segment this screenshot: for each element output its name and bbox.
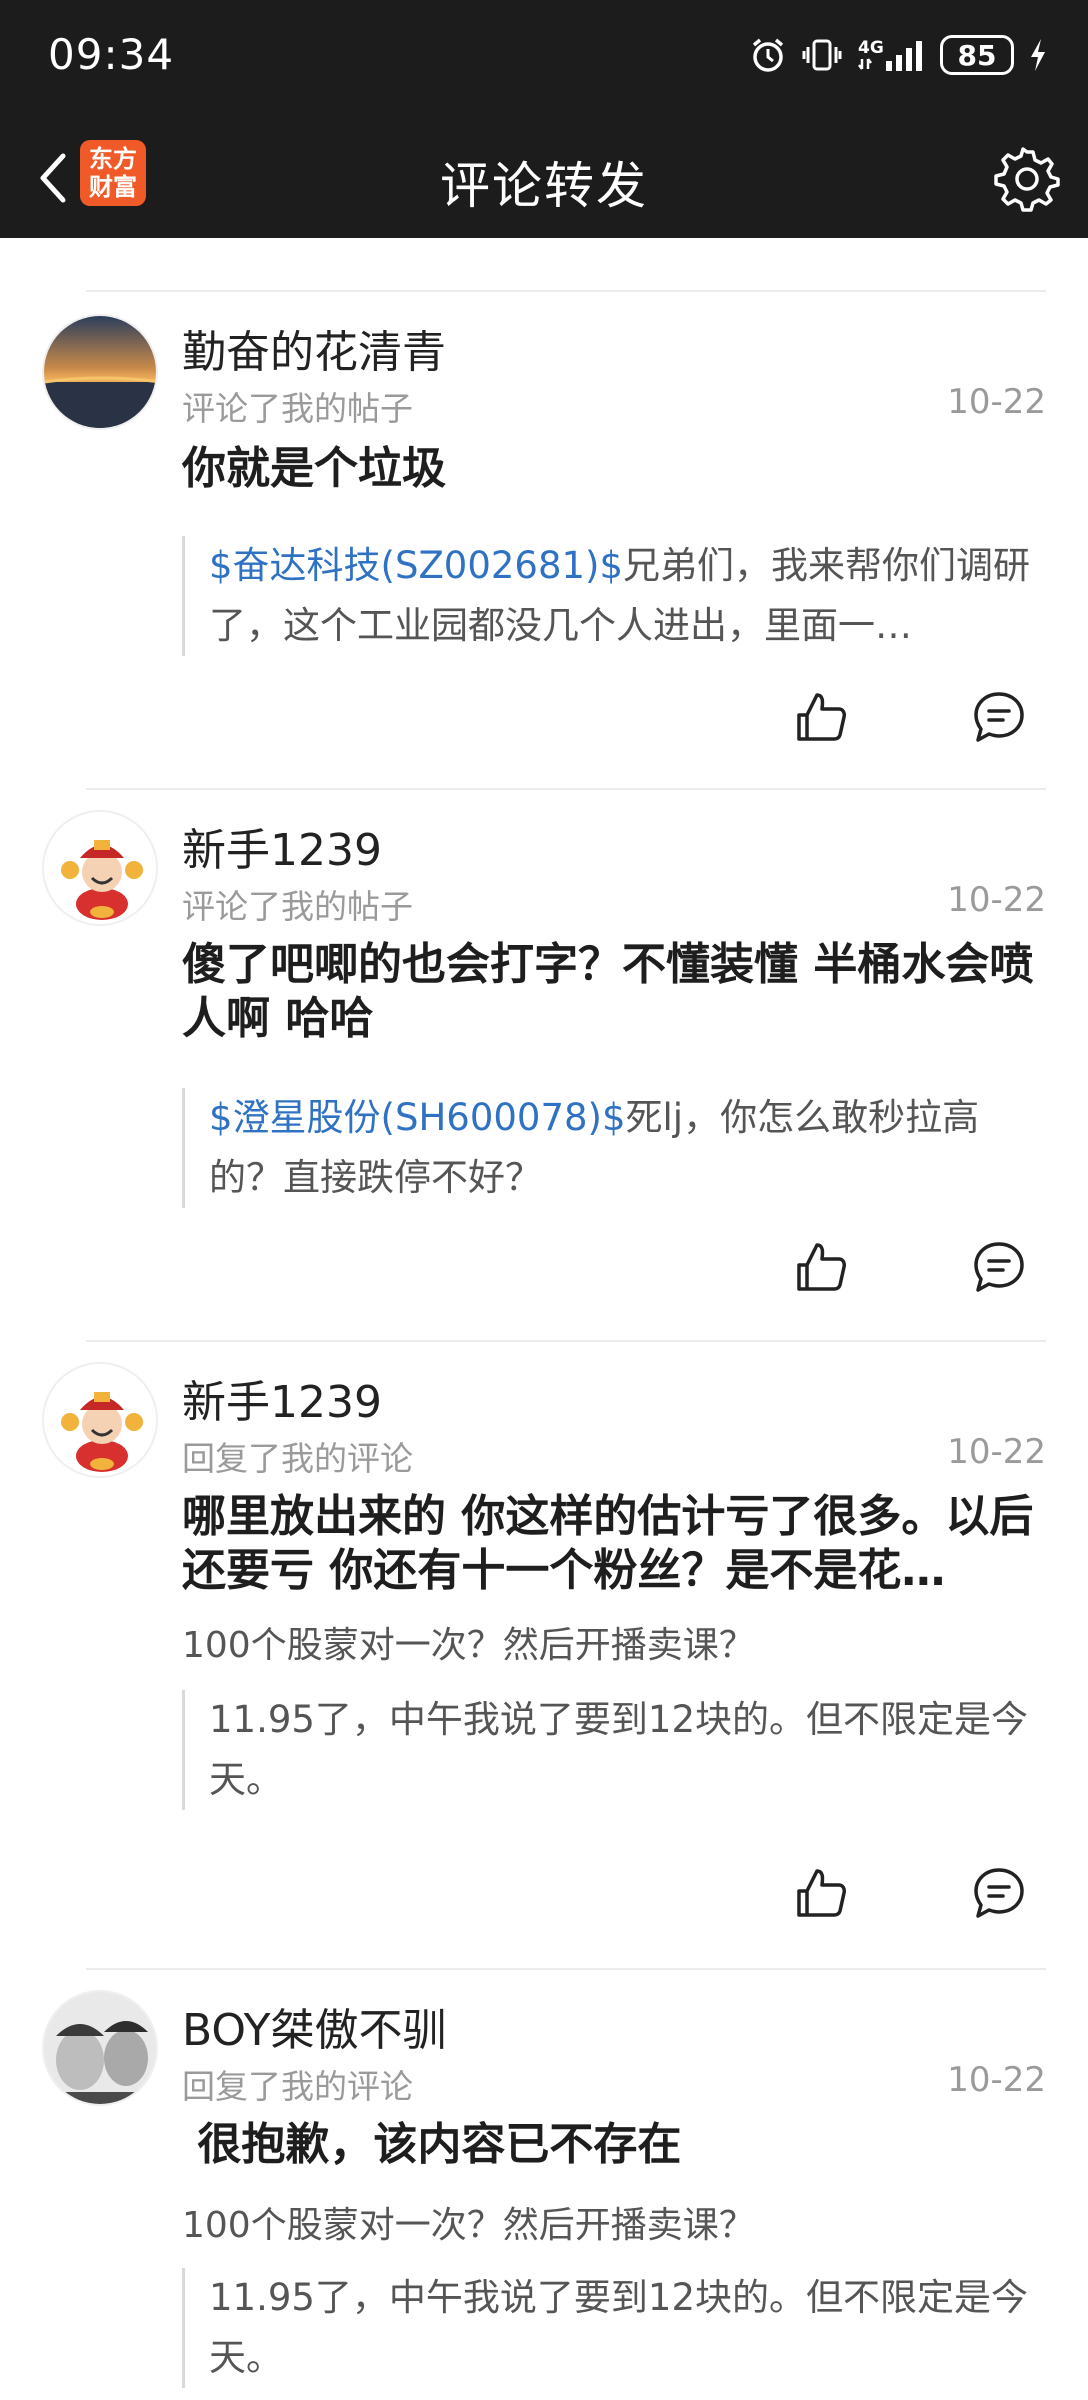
- like-button[interactable]: [786, 682, 856, 752]
- stock-link[interactable]: $奋达科技(SZ002681)$: [209, 544, 623, 587]
- reply-button[interactable]: [964, 1232, 1034, 1302]
- avatar[interactable]: [42, 1362, 158, 1478]
- reply-button[interactable]: [964, 682, 1034, 752]
- signal-icon: 4G: [856, 35, 926, 75]
- comment-date: 10-22: [947, 1432, 1046, 1472]
- comment-feed[interactable]: 勤奋的花清青 评论了我的帖子 10-22 你就是个垃圾 $奋达科技(SZ0026…: [0, 238, 1088, 2400]
- avatar[interactable]: [42, 810, 158, 926]
- username[interactable]: BOY桀傲不驯: [182, 1994, 447, 2058]
- reply-button[interactable]: [964, 1858, 1034, 1928]
- status-icons: 4G 85: [748, 30, 1048, 80]
- comment-text[interactable]: 很抱歉，该内容已不存在: [182, 2118, 1048, 2172]
- comment-date: 10-22: [947, 382, 1046, 422]
- charging-icon: [1028, 35, 1048, 75]
- comment-bubble-icon: [974, 692, 1024, 742]
- reply-text: 100个股蒙对一次？然后开播卖课？: [182, 2205, 755, 2246]
- vibrate-icon: [802, 35, 842, 75]
- battery-level: 85: [957, 38, 997, 72]
- action-text: 回复了我的评论: [182, 1439, 413, 1478]
- alarm-icon: [748, 35, 788, 75]
- comment-text[interactable]: 傻了吧唧的也会打字？不懂装懂 半桶水会喷人啊 哈哈: [182, 938, 1048, 1046]
- page-title: 评论转发: [440, 157, 648, 215]
- settings-button[interactable]: [988, 140, 1066, 218]
- comment-card[interactable]: 新手1239 回复了我的评论 10-22 哪里放出来的 你这样的估计亏了很多。以…: [0, 1340, 1088, 1968]
- status-time: 09:34: [48, 30, 175, 79]
- battery-icon: 85: [940, 35, 1014, 75]
- status-bar: 09:34 4G 85: [0, 0, 1088, 118]
- quoted-comment[interactable]: 11.95了，中午我说了要到12块的。但不限定是今天。: [182, 1690, 1048, 1810]
- thumbs-up-icon: [797, 1243, 846, 1291]
- like-button[interactable]: [786, 1858, 856, 1928]
- thumbs-up-icon: [797, 693, 846, 741]
- username[interactable]: 勤奋的花清青: [182, 316, 446, 380]
- nav-bar: 东方 财富 评论转发: [0, 118, 1088, 238]
- gear-icon: [994, 147, 1060, 212]
- comment-card[interactable]: BOY桀傲不驯 回复了我的评论 10-22 很抱歉，该内容已不存在 100个股蒙…: [0, 1968, 1088, 2400]
- stock-link[interactable]: $澄星股份(SH600078)$: [209, 1096, 626, 1139]
- comment-text[interactable]: 你就是个垃圾: [182, 442, 1048, 496]
- comment-text[interactable]: 哪里放出来的 你这样的估计亏了很多。以后还要亏 你还有十一个粉丝？是不是花…: [182, 1490, 1048, 1598]
- username[interactable]: 新手1239: [182, 1366, 382, 1430]
- username[interactable]: 新手1239: [182, 814, 382, 878]
- comment-card[interactable]: 勤奋的花清青 评论了我的帖子 10-22 你就是个垃圾 $奋达科技(SZ0026…: [0, 290, 1088, 788]
- comment-card[interactable]: 新手1239 评论了我的帖子 10-22 傻了吧唧的也会打字？不懂装懂 半桶水会…: [0, 788, 1088, 1340]
- avatar[interactable]: [42, 1990, 158, 2106]
- quoted-comment[interactable]: 11.95了，中午我说了要到12块的。但不限定是今天。: [182, 2268, 1048, 2388]
- action-text: 回复了我的评论: [182, 2067, 413, 2106]
- comment-bubble-icon: [974, 1868, 1024, 1918]
- avatar[interactable]: [42, 314, 158, 430]
- action-text: 评论了我的帖子: [182, 887, 413, 926]
- quoted-post[interactable]: $奋达科技(SZ002681)$兄弟们，我来帮你们调研了，这个工业园都没几个人进…: [182, 536, 1048, 656]
- like-button[interactable]: [786, 1232, 856, 1302]
- reply-text: 100个股蒙对一次？然后开播卖课？: [182, 1625, 755, 1666]
- comment-bubble-icon: [974, 1242, 1024, 1292]
- svg-text:4G: 4G: [858, 38, 884, 58]
- thumbs-up-icon: [797, 1869, 846, 1917]
- quoted-post[interactable]: $澄星股份(SH600078)$死lj，你怎么敢秒拉高的？直接跌停不好？: [182, 1088, 1048, 1208]
- action-text: 评论了我的帖子: [182, 389, 413, 428]
- comment-date: 10-22: [947, 880, 1046, 920]
- comment-date: 10-22: [947, 2060, 1046, 2100]
